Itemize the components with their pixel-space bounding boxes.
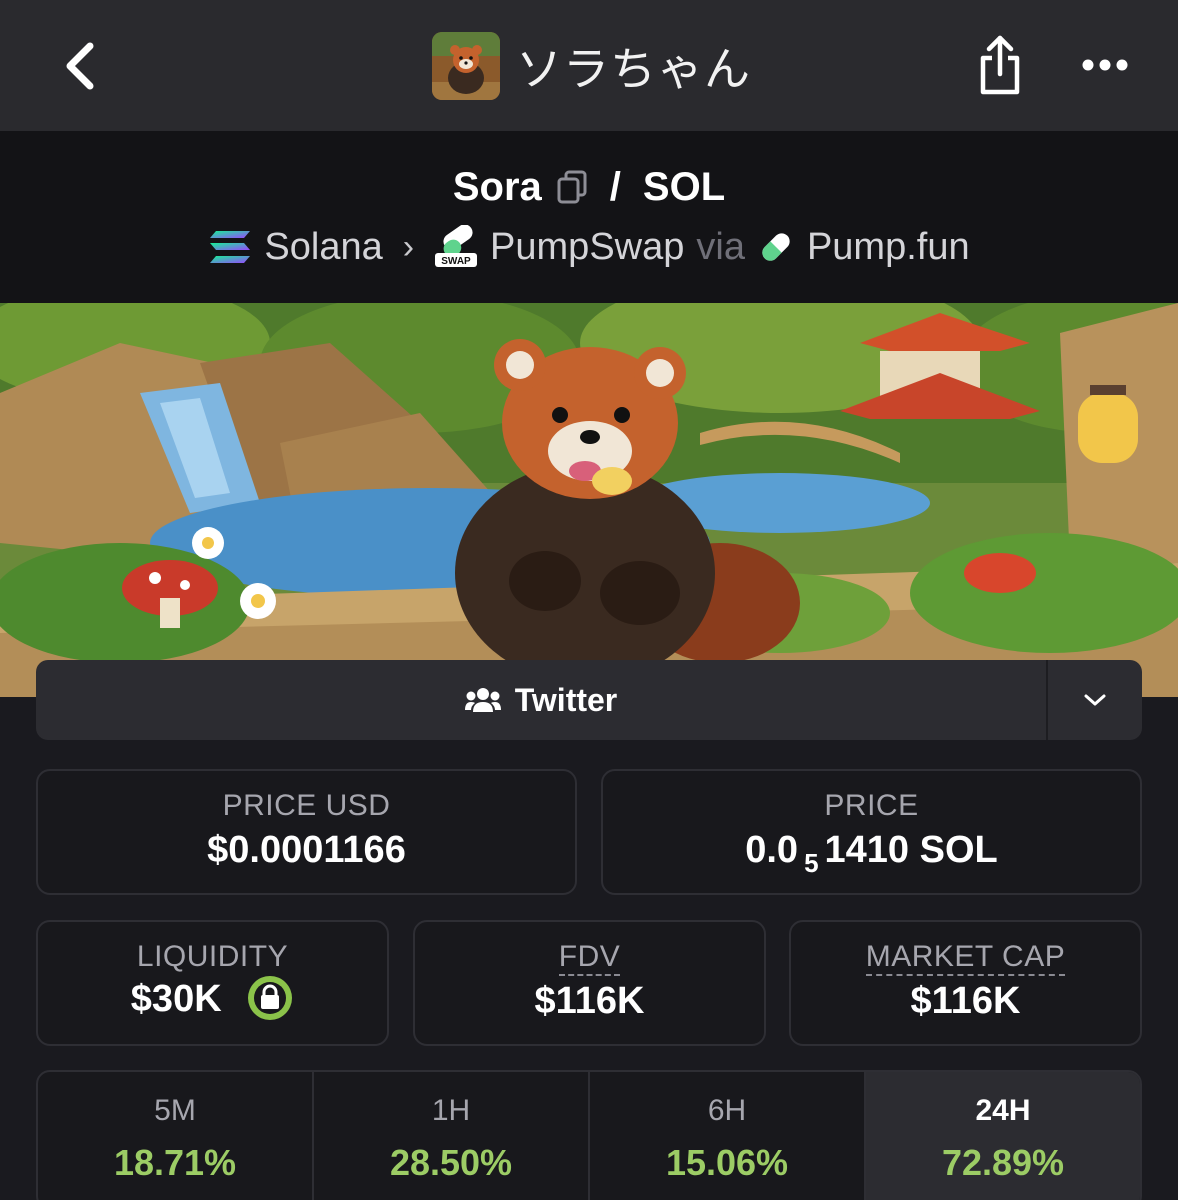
twitter-button[interactable]: Twitter <box>36 660 1048 740</box>
back-button[interactable] <box>52 34 108 98</box>
tab-1h[interactable]: 1H 28.50% <box>314 1072 590 1200</box>
tab-6h-label: 6H <box>707 1094 747 1127</box>
token-banner-image <box>0 303 1178 697</box>
pair-header: Sora / SOL Solana › SWAP PumpSwap via Pu… <box>0 131 1178 303</box>
top-nav-bar: ソラちゃん <box>0 0 1178 131</box>
tab-6h[interactable]: 6H 15.06% <box>590 1072 866 1200</box>
price-usd-card: PRICE USD $0.0001166 <box>36 769 577 895</box>
tab-1h-label: 1H <box>431 1094 471 1127</box>
swap-badge-text: SWAP <box>441 256 471 267</box>
tab-6h-change: 15.06% <box>665 1142 789 1183</box>
chain-name: Solana <box>264 225 383 268</box>
via-label: via <box>696 225 745 268</box>
launchpad-name: Pump.fun <box>806 225 970 268</box>
fdv-value: $116K <box>534 980 645 1022</box>
dex-link[interactable]: SWAP PumpSwap <box>434 225 684 269</box>
price-native-zero-count: 5 <box>804 848 819 878</box>
copy-icon[interactable] <box>556 170 588 204</box>
token-avatar <box>432 32 500 100</box>
price-usd-label: PRICE USD <box>222 789 391 822</box>
launchpad-link[interactable]: Pump.fun <box>757 226 970 269</box>
price-native-suffix: 1410 SOL <box>824 829 998 871</box>
fdv-label[interactable]: FDV <box>558 940 621 976</box>
price-change-tabs: 5M 18.71% 1H 28.50% 6H 15.06% 24H 72.89% <box>36 1070 1142 1200</box>
chain-breadcrumb: Solana › SWAP PumpSwap via Pump.fun <box>0 221 1178 273</box>
twitter-label: Twitter <box>514 681 618 718</box>
social-links-bar: Twitter <box>36 660 1142 740</box>
price-native-label: PRICE <box>824 789 919 822</box>
market-cap-label[interactable]: MARKET CAP <box>865 940 1066 976</box>
tab-1h-change: 28.50% <box>389 1142 513 1183</box>
token-title: ソラちゃん <box>432 32 751 100</box>
chevron-down-icon <box>1084 694 1106 706</box>
pair-name: Sora / SOL <box>0 159 1178 215</box>
tab-24h-label: 24H <box>975 1094 1031 1127</box>
market-cap-card: MARKET CAP $116K <box>789 920 1142 1046</box>
pumpswap-icon: SWAP <box>435 225 478 267</box>
tab-5m[interactable]: 5M 18.71% <box>38 1072 314 1200</box>
breadcrumb-chevron-icon: › <box>402 227 415 266</box>
price-native-card: PRICE 0.0 5 1410 SOL <box>601 769 1142 895</box>
liquidity-card: LIQUIDITY $30K <box>36 920 389 1046</box>
market-cap-value: $116K <box>910 980 1021 1022</box>
price-native-value: 0.0 5 1410 SOL <box>603 829 1140 879</box>
tab-24h-change: 72.89% <box>941 1142 1065 1183</box>
tab-24h[interactable]: 24H 72.89% <box>866 1072 1140 1200</box>
more-dots-icon <box>1082 59 1128 71</box>
socials-dropdown-button[interactable] <box>1048 660 1142 740</box>
solana-icon <box>210 231 251 263</box>
page-title: ソラちゃん <box>516 43 751 95</box>
fdv-card: FDV $116K <box>413 920 766 1046</box>
share-icon <box>980 35 1020 95</box>
users-icon <box>464 688 501 712</box>
dex-name: PumpSwap <box>490 225 685 268</box>
tab-5m-change: 18.71% <box>113 1142 237 1183</box>
liquidity-value: $30K <box>130 978 222 1020</box>
base-token-symbol: Sora <box>452 164 542 209</box>
lock-icon[interactable] <box>246 974 294 1022</box>
pair-separator: / <box>609 164 621 209</box>
liquidity-label: LIQUIDITY <box>136 940 289 973</box>
liquidity-value-row: $30K <box>38 975 387 1022</box>
more-options-button[interactable] <box>1074 40 1136 90</box>
price-native-prefix: 0.0 <box>745 829 799 871</box>
price-usd-value: $0.0001166 <box>207 829 406 871</box>
share-button[interactable] <box>968 30 1032 102</box>
chain-link[interactable]: Solana <box>208 225 383 269</box>
tab-5m-label: 5M <box>154 1094 196 1127</box>
pill-icon <box>762 233 790 261</box>
chevron-left-icon <box>66 42 94 90</box>
quote-token-symbol: SOL <box>642 164 726 209</box>
